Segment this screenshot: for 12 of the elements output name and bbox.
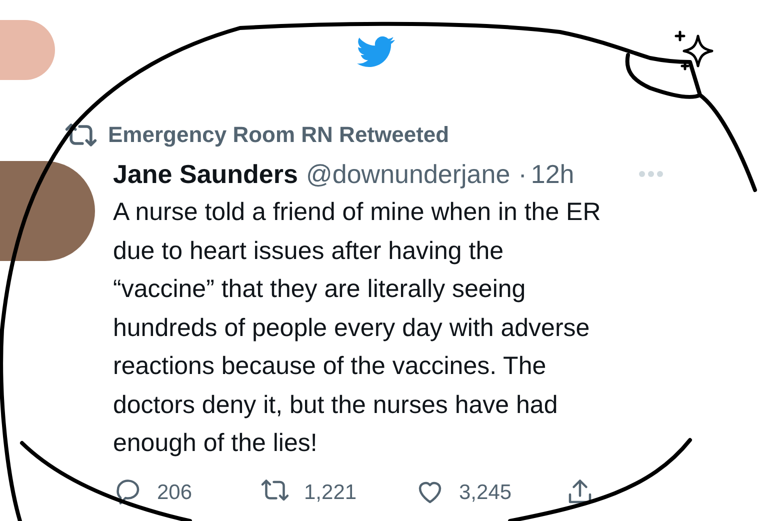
avatar: [0, 20, 55, 80]
author-handle[interactable]: @downunderjane: [306, 157, 510, 191]
reply-count: 206: [157, 480, 192, 506]
timestamp[interactable]: 12h: [530, 157, 574, 191]
retweet-icon: [64, 122, 98, 148]
retweet-banner-text: Emergency Room RN Retweeted: [108, 121, 450, 149]
author-name[interactable]: Jane Saunders: [113, 157, 298, 191]
like-count: 3,245: [459, 480, 512, 506]
tweet-text: A nurse told a friend of mine when in the ER due to heart issues after having the “vaccine” that they are literally seeing hundreds of people every day with adverse reactions because of the vaccines. The doctors deny it, but the nurses have had enough of the lies!: [113, 197, 602, 459]
bird-logo-icon: [357, 36, 395, 68]
separator-dot: ·: [518, 158, 527, 191]
retweet-count: 1,221: [304, 480, 357, 506]
